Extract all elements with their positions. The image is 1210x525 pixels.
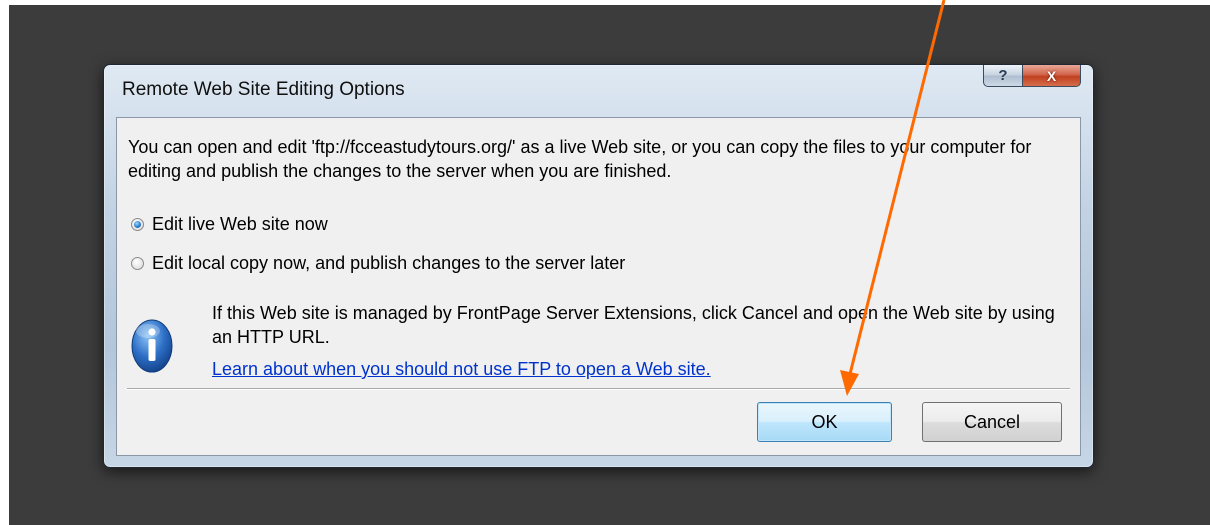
radio-edit-local-copy[interactable] (131, 257, 144, 270)
separator (127, 388, 1070, 390)
info-note: If this Web site is managed by FrontPage… (212, 303, 1055, 347)
remote-web-site-editing-options-dialog: Remote Web Site Editing Options ? X You … (103, 64, 1094, 468)
radio-edit-live[interactable] (131, 218, 144, 231)
info-icon (131, 319, 173, 373)
close-button[interactable]: X (1023, 65, 1081, 87)
close-icon: X (1046, 67, 1057, 84)
option-edit-local-copy-label: Edit local copy now, and publish changes… (152, 253, 626, 273)
ok-button[interactable]: OK (757, 402, 892, 442)
option-edit-live-label: Edit live Web site now (152, 214, 328, 234)
dialog-message: You can open and edit 'ftp://fcceastudyt… (128, 137, 1032, 181)
title-bar-buttons: ? X (983, 65, 1081, 87)
cancel-button[interactable]: Cancel (922, 402, 1062, 442)
help-icon: ? (998, 67, 1008, 84)
dialog-client-area: You can open and edit 'ftp://fcceastudyt… (116, 117, 1081, 456)
help-button[interactable]: ? (983, 65, 1023, 87)
option-edit-live[interactable]: Edit live Web site now (131, 214, 328, 235)
dialog-title: Remote Web Site Editing Options (122, 79, 405, 100)
option-edit-local-copy[interactable]: Edit local copy now, and publish changes… (131, 253, 625, 274)
ftp-help-link[interactable]: Learn about when you should not use FTP … (212, 359, 711, 380)
